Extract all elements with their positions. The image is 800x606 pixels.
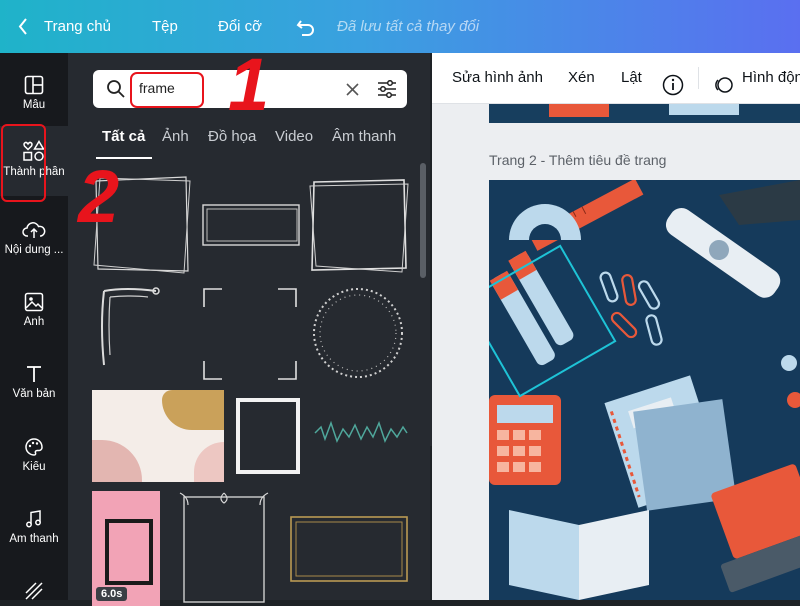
rail-item-text[interactable]: Văn bản <box>0 350 68 420</box>
elements-panel: frame Tất cả Ảnh Đồ họa Video Âm thanh <box>68 53 430 606</box>
animate-button[interactable]: Hình độn <box>742 53 800 103</box>
edit-toolbar: Sửa hình ảnh Xén Lật Hình độn <box>432 53 800 104</box>
rail-item-audio[interactable]: Âm thanh <box>0 495 68 565</box>
photo-icon <box>24 292 44 312</box>
tab-all[interactable]: Tất cả <box>102 128 145 145</box>
gold-frame-result[interactable] <box>288 514 410 584</box>
info-icon[interactable] <box>662 67 684 96</box>
rail-item-more[interactable] <box>0 573 68 603</box>
rail-highlight-box <box>1 124 46 202</box>
left-rail: Mẫu Thành phần Nội dung ... Ảnh Văn bản … <box>0 53 68 600</box>
frame-result[interactable] <box>236 398 300 474</box>
rail-item-uploads[interactable]: Nội dung ... <box>0 206 68 276</box>
annotation-number-1: 1 <box>228 43 270 126</box>
animate-icon[interactable] <box>712 67 734 93</box>
ornate-frame-result[interactable] <box>178 491 270 606</box>
tab-photos[interactable]: Ảnh <box>162 128 189 145</box>
music-note-icon <box>26 510 41 528</box>
frame-result[interactable] <box>96 285 186 375</box>
rail-item-photos[interactable]: Ảnh <box>0 278 68 348</box>
video-duration-badge: 6.0s <box>96 587 128 601</box>
page-1-preview[interactable] <box>489 103 800 123</box>
filter-sliders-icon[interactable] <box>377 80 397 98</box>
page-2-title[interactable]: Trang 2 - Thêm tiêu đề trang <box>489 152 666 168</box>
rail-label: Ảnh <box>23 316 45 328</box>
page-2-canvas[interactable] <box>489 180 800 600</box>
upload-cloud-icon <box>22 222 46 238</box>
save-status: Đã lưu tất cả thay đổi <box>337 18 480 35</box>
toolbar-divider <box>698 67 699 89</box>
edit-image-button[interactable]: Sửa hình ảnh <box>452 53 543 103</box>
search-icon <box>107 80 125 98</box>
frame-result[interactable] <box>308 285 408 381</box>
rail-item-templates[interactable]: Mẫu <box>0 61 68 131</box>
annotation-number-2: 2 <box>78 155 120 238</box>
clear-icon[interactable] <box>345 82 360 97</box>
top-bar: Trang chủ Tệp Đổi cỡ Đã lưu tất cả thay … <box>0 0 800 53</box>
rail-label: Âm thanh <box>9 533 59 545</box>
watercolor-frame-result[interactable] <box>92 390 224 482</box>
rail-label: Nội dung ... <box>4 244 64 256</box>
flip-button[interactable]: Lật <box>621 53 642 103</box>
pattern-icon <box>25 582 43 600</box>
tab-audio[interactable]: Âm thanh <box>332 128 396 145</box>
school-supplies-illustration <box>489 180 800 600</box>
panel-scrollbar[interactable] <box>420 163 426 278</box>
frame-result[interactable] <box>308 176 410 274</box>
frame-result[interactable] <box>200 285 300 383</box>
search-highlight-box <box>130 72 204 108</box>
palette-icon <box>25 438 43 456</box>
text-icon <box>27 366 41 382</box>
frame-result[interactable] <box>200 201 304 249</box>
frame-result[interactable] <box>313 413 409 453</box>
rail-label: Mẫu <box>22 99 46 111</box>
undo-icon[interactable] <box>296 0 316 53</box>
rail-item-styles[interactable]: Kiểu <box>0 423 68 493</box>
file-menu[interactable]: Tệp <box>152 0 178 53</box>
home-link[interactable]: Trang chủ <box>44 0 111 53</box>
tab-graphics[interactable]: Đồ họa <box>208 128 256 145</box>
tab-video[interactable]: Video <box>275 128 313 145</box>
crop-button[interactable]: Xén <box>568 53 595 103</box>
template-icon <box>24 75 44 95</box>
rail-label: Kiểu <box>22 461 46 473</box>
rail-label: Văn bản <box>12 388 56 400</box>
back-chevron-icon[interactable] <box>16 0 30 53</box>
